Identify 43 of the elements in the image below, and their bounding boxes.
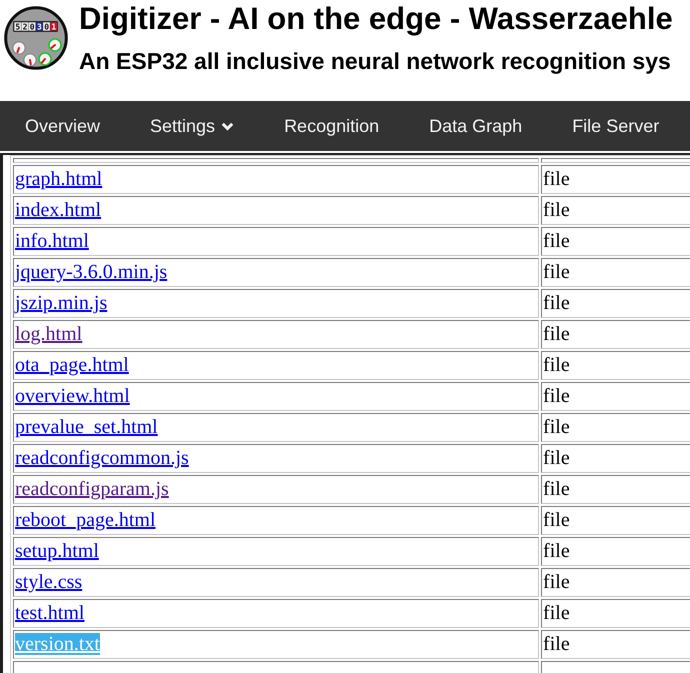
table-cell: file: [541, 568, 690, 597]
dial-gauge-icon: [24, 54, 36, 66]
nav-link[interactable]: File Server: [547, 101, 684, 151]
dial-gauge-icon: [48, 38, 62, 52]
table-cell: file: [541, 196, 690, 225]
table-cell: file: [541, 289, 690, 318]
file-link[interactable]: setup.html: [15, 540, 99, 562]
file-link[interactable]: prevalue_set.html: [15, 416, 158, 438]
file-link[interactable]: test.html: [15, 602, 84, 624]
file-link[interactable]: readconfigparam.js: [15, 478, 169, 500]
table-cell: file: [541, 382, 690, 411]
file-link[interactable]: log.html: [15, 323, 82, 345]
table-cell: file: [541, 351, 690, 380]
file-link[interactable]: overview.html: [15, 385, 130, 407]
table-cell: file: [541, 227, 690, 256]
nav-link[interactable]: Data Graph: [404, 101, 548, 151]
dial-gauge-icon: [12, 42, 26, 54]
dial-gauge-icon: [38, 52, 52, 66]
table-cell: file: [541, 506, 690, 535]
file-link[interactable]: style.css: [15, 571, 82, 593]
table-cell: file: [541, 444, 690, 473]
file-link[interactable]: graph.html: [15, 168, 102, 190]
table-cell: file: [541, 599, 690, 628]
nav-link[interactable]: Settings: [125, 101, 260, 151]
chevron-down-icon: [221, 122, 234, 130]
file-link[interactable]: info.html: [15, 230, 89, 252]
file-link[interactable]: reboot_page.html: [15, 509, 156, 531]
table-cell: file: [541, 413, 690, 442]
table-cell: file: [541, 165, 690, 194]
file-link[interactable]: readconfigcommon.js: [15, 447, 189, 469]
nav-link[interactable]: Overview: [0, 101, 126, 151]
page-subtitle: An ESP32 all inclusive neural network recognition sys: [79, 48, 671, 75]
table-cell: file: [541, 258, 690, 287]
table-cell: file: [541, 630, 690, 659]
table-cell: file: [541, 320, 690, 349]
file-link[interactable]: index.html: [15, 199, 102, 221]
file-link[interactable]: jquery-3.6.0.min.js: [15, 261, 168, 283]
nav-link[interactable]: Recognition: [259, 101, 404, 151]
file-link[interactable]: ota_page.html: [15, 354, 129, 376]
table-cell: file: [541, 537, 690, 566]
file-link[interactable]: jszip.min.js: [15, 292, 108, 314]
table-cell: file: [541, 475, 690, 504]
page-title: Digitizer - AI on the edge - Wasserzaehle: [79, 1, 673, 37]
